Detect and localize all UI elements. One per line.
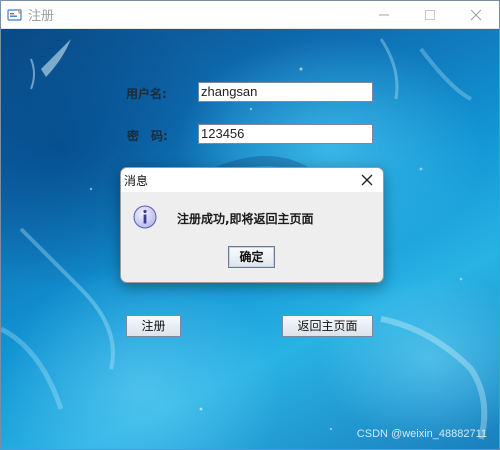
register-window: 注册 用户名: zhangsan 密 码: 123456 注册 返回主页面 CS… <box>0 0 500 450</box>
username-field[interactable]: zhangsan <box>198 82 373 102</box>
dialog-title: 消息 <box>124 174 149 188</box>
dialog-message: 注册成功,即将返回主页面 <box>177 212 314 226</box>
username-label: 用户名: <box>126 87 167 101</box>
window-titlebar[interactable]: 注册 <box>1 1 499 29</box>
info-icon <box>133 205 157 229</box>
message-dialog: 消息 注册成功,即将返回主页面 确定 <box>120 167 384 283</box>
close-icon[interactable] <box>453 1 499 28</box>
dialog-titlebar[interactable]: 消息 <box>121 168 383 192</box>
back-to-main-button[interactable]: 返回主页面 <box>282 315 373 337</box>
watermark: CSDN @weixin_48882711 <box>356 428 487 440</box>
minimize-icon[interactable] <box>361 1 407 28</box>
password-field[interactable]: 123456 <box>198 124 373 144</box>
java-app-icon <box>7 7 23 23</box>
ok-button[interactable]: 确定 <box>228 246 275 268</box>
window-title: 注册 <box>28 9 55 24</box>
register-button[interactable]: 注册 <box>126 315 181 337</box>
close-icon[interactable] <box>357 170 377 190</box>
password-label: 密 码: <box>127 129 168 143</box>
maximize-icon[interactable] <box>407 1 453 28</box>
